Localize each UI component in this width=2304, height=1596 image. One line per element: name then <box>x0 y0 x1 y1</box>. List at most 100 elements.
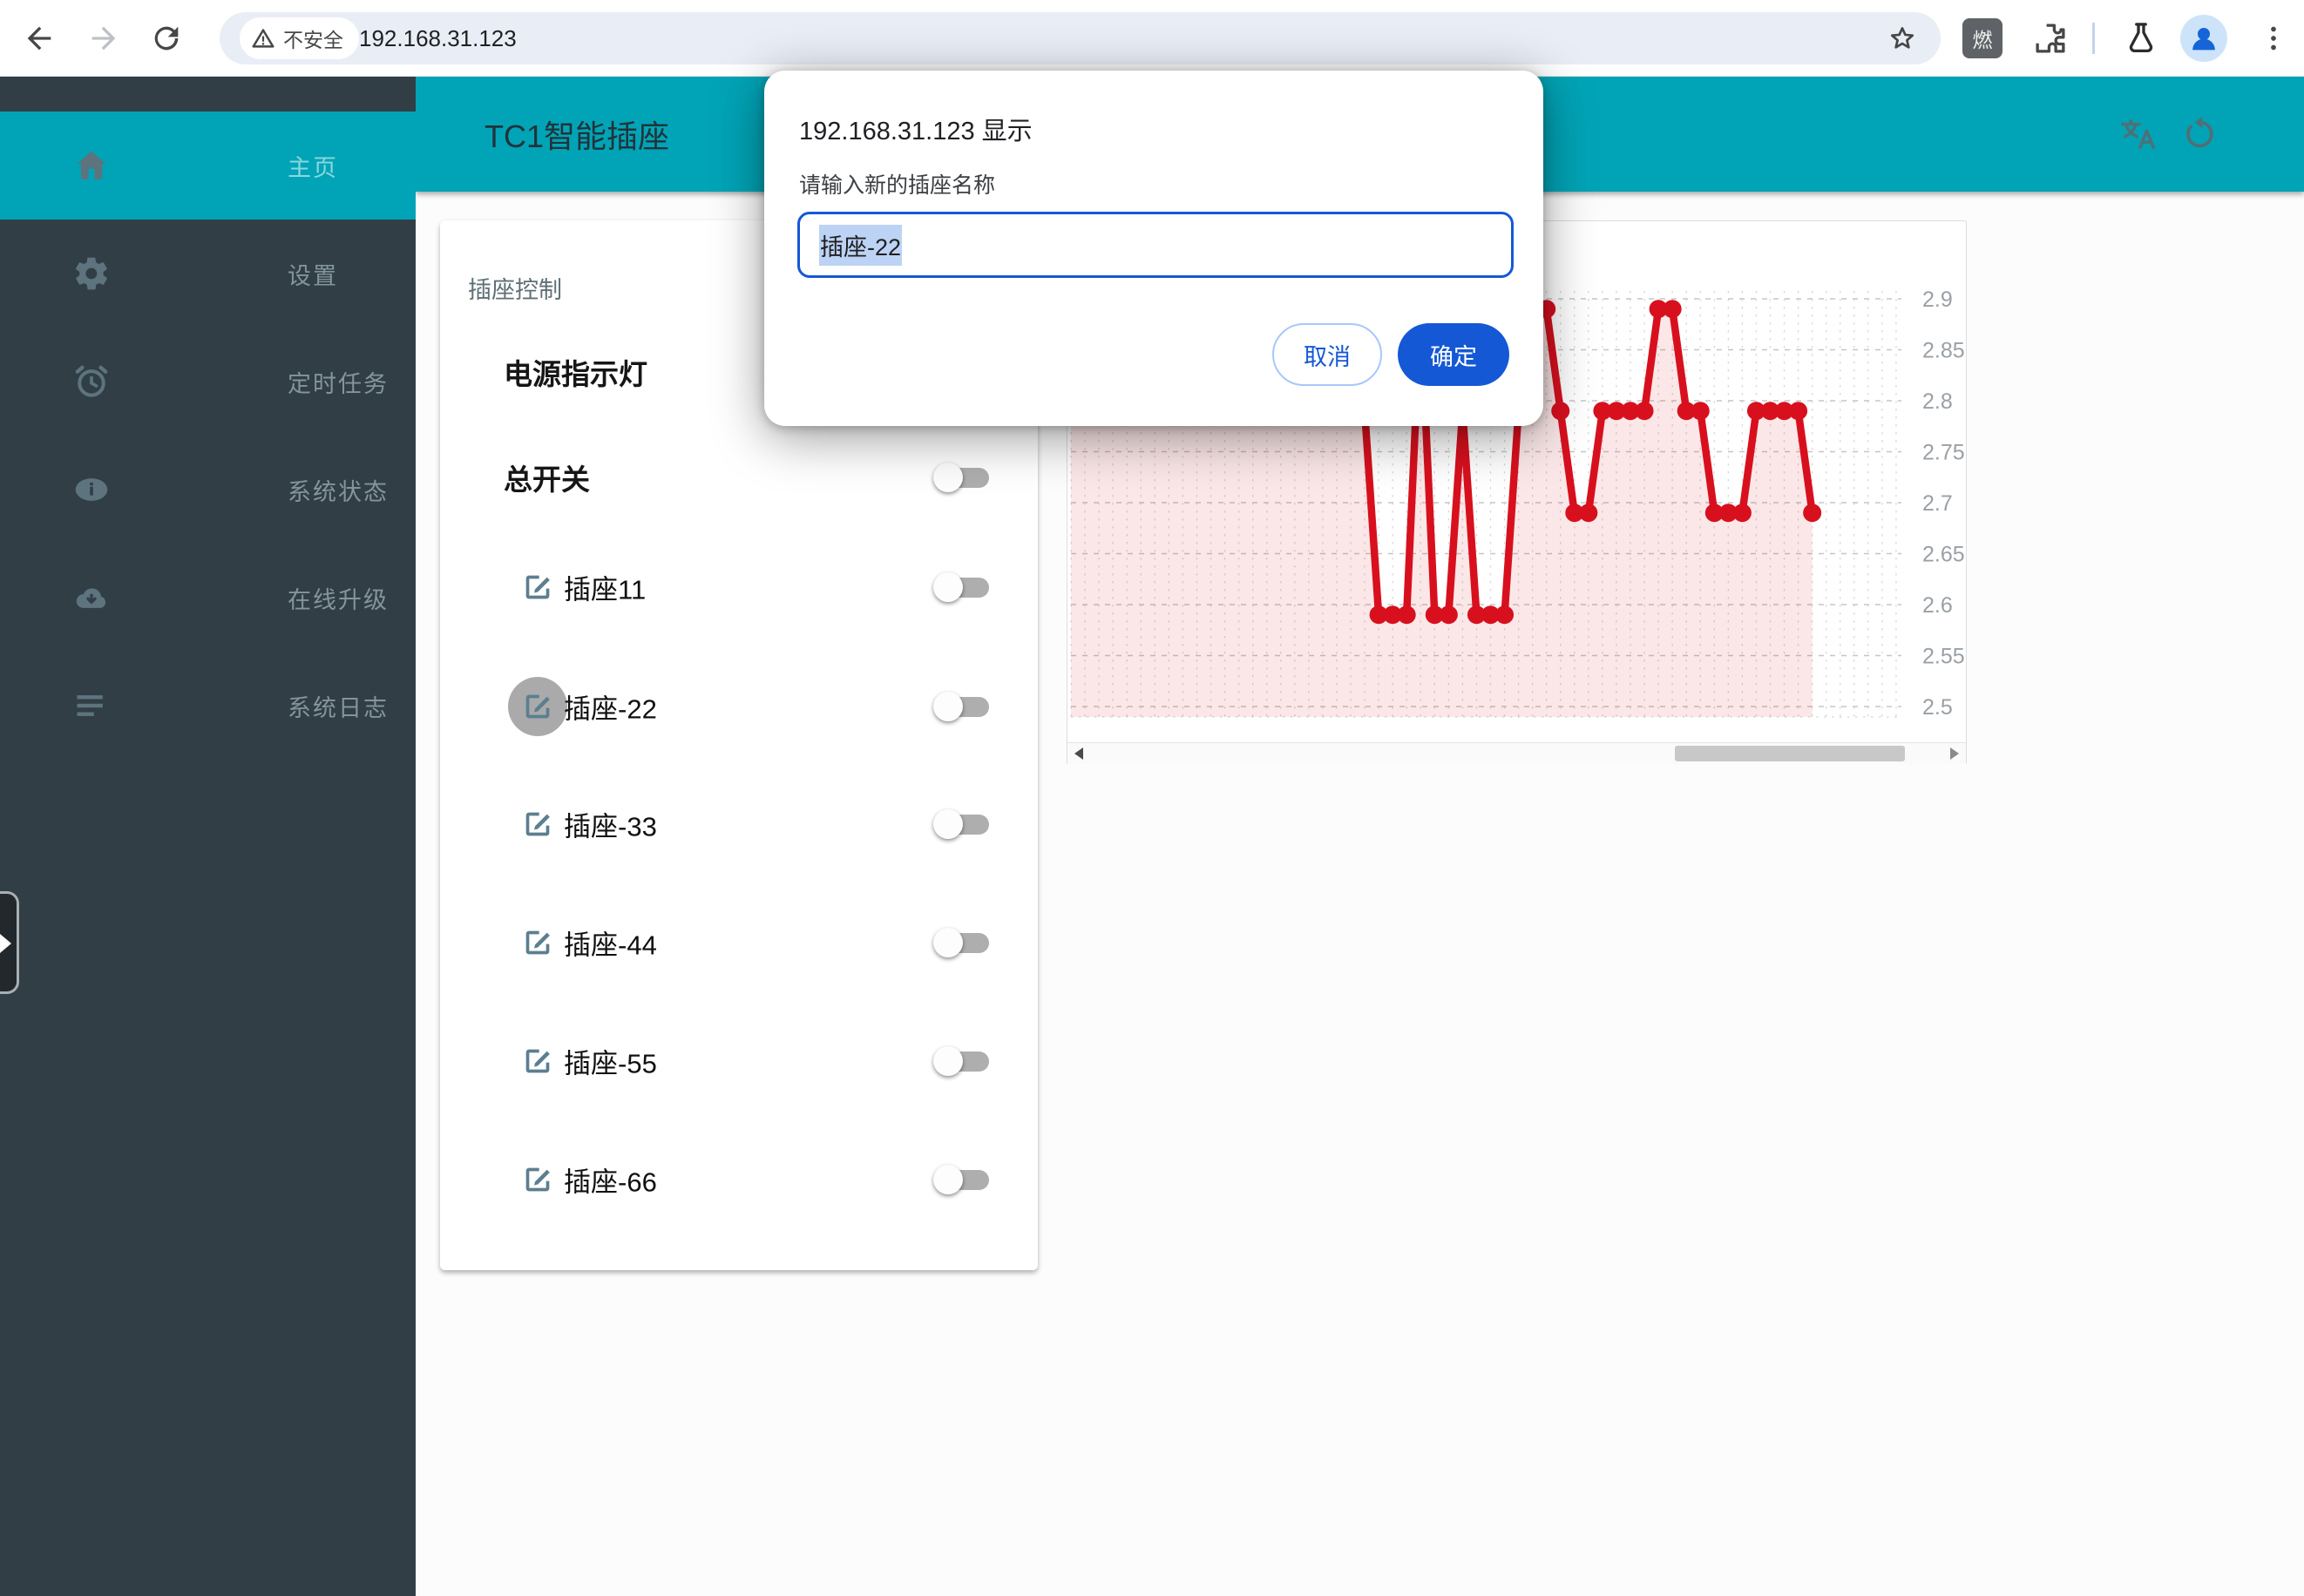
svg-text:2.65: 2.65 <box>1922 543 1965 567</box>
sidebar-nav: 主页 设置 定时任务 系统状态 在线升级 <box>0 77 416 1596</box>
kebab-menu-icon <box>2258 23 2289 54</box>
chart-scrollbar[interactable] <box>1067 742 1966 764</box>
sidebar-item-home[interactable]: 主页 <box>0 112 416 220</box>
socket-label: 插座-22 <box>564 687 657 727</box>
dialog-title: 192.168.31.123 显示 <box>799 111 1033 147</box>
socket-row: 插座-33 <box>440 772 1038 876</box>
socket-row: 插座11 <box>440 535 1038 639</box>
sidebar-item-label: 主页 <box>288 149 338 183</box>
gear-icon <box>72 254 111 293</box>
url-text: 192.168.31.123 <box>359 12 517 64</box>
browser-toolbar: 不安全 192.168.31.123 燃 <box>0 0 2304 77</box>
extensions-button[interactable] <box>2020 0 2081 77</box>
reload-icon <box>149 21 184 56</box>
scroll-left-button[interactable] <box>1067 743 1090 764</box>
edit-icon[interactable] <box>520 807 555 842</box>
translate-icon[interactable] <box>2118 114 2158 154</box>
sidebar-item-label: 系统日志 <box>288 689 389 723</box>
forward-icon <box>86 21 121 56</box>
svg-text:2.85: 2.85 <box>1922 339 1965 363</box>
dialog-message: 请输入新的插座名称 <box>799 168 995 200</box>
rename-input[interactable]: 插座-22 <box>797 212 1514 278</box>
security-chip[interactable]: 不安全 <box>240 17 359 59</box>
back-icon <box>22 21 57 56</box>
rename-dialog: 192.168.31.123 显示 请输入新的插座名称 插座-22 取消 确定 <box>764 71 1543 426</box>
edit-icon[interactable] <box>520 1162 555 1197</box>
svg-text:2.8: 2.8 <box>1922 389 1953 414</box>
warning-icon <box>250 25 276 51</box>
socket-toggle[interactable] <box>935 808 989 840</box>
svg-text:2.75: 2.75 <box>1922 441 1965 465</box>
socket-label: 插座11 <box>564 568 646 607</box>
flask-icon <box>2123 20 2159 57</box>
bookmark-button[interactable] <box>1887 12 1918 64</box>
scrollbar-thumb[interactable] <box>1675 746 1905 761</box>
scroll-right-icon <box>1950 747 1959 760</box>
refresh-icon[interactable] <box>2180 114 2220 154</box>
extension-badge-button[interactable]: 燃 <box>1962 18 2002 58</box>
chevron-right-icon <box>0 934 11 953</box>
screen: 不安全 192.168.31.123 燃 <box>0 0 2304 1596</box>
experiments-button[interactable] <box>2111 0 2172 77</box>
indicator-label: 电源指示灯 <box>504 351 647 393</box>
star-icon <box>1887 23 1918 54</box>
profile-button[interactable] <box>2180 15 2227 62</box>
svg-text:2.6: 2.6 <box>1922 593 1953 618</box>
security-label: 不安全 <box>283 24 343 53</box>
toolbar-divider <box>2092 23 2095 54</box>
edit-icon[interactable] <box>520 570 555 605</box>
sidebar-item-label: 系统状态 <box>288 473 389 507</box>
svg-text:2.7: 2.7 <box>1922 491 1953 516</box>
browser-menu-button[interactable] <box>2243 0 2304 77</box>
sidebar-item-settings[interactable]: 设置 <box>0 220 416 328</box>
info-icon <box>72 470 111 509</box>
sidebar-item-label: 在线升级 <box>288 581 389 615</box>
socket-toggle[interactable] <box>935 691 989 722</box>
edit-icon[interactable] <box>520 689 555 724</box>
reload-button[interactable] <box>136 0 197 77</box>
socket-label: 插座-33 <box>564 805 657 844</box>
profile-avatar-icon <box>2186 21 2221 56</box>
extension-badge-label: 燃 <box>1973 24 1993 53</box>
url-bar[interactable]: 不安全 192.168.31.123 <box>220 12 1941 64</box>
socket-toggle[interactable] <box>935 1045 989 1077</box>
forward-button[interactable] <box>73 0 134 77</box>
master-switch-label: 总开关 <box>504 456 590 498</box>
cancel-button[interactable]: 取消 <box>1272 323 1382 386</box>
alarm-clock-icon <box>72 362 111 401</box>
sidebar-item-system-log[interactable]: 系统日志 <box>0 652 416 760</box>
edit-icon[interactable] <box>520 925 555 960</box>
master-switch-row: 总开关 <box>440 425 1038 530</box>
ok-button[interactable]: 确定 <box>1398 323 1509 386</box>
socket-row: 插座-44 <box>440 890 1038 995</box>
scroll-right-button[interactable] <box>1943 743 1966 764</box>
socket-toggle[interactable] <box>935 1164 989 1195</box>
svg-text:2.9: 2.9 <box>1922 287 1953 312</box>
scroll-left-icon <box>1074 747 1083 760</box>
puzzle-icon <box>2032 20 2069 57</box>
drawer-handle[interactable] <box>0 891 19 994</box>
socket-toggle[interactable] <box>935 571 989 603</box>
log-lines-icon <box>72 686 111 725</box>
sidebar-item-schedule[interactable]: 定时任务 <box>0 328 416 436</box>
socket-label: 插座-44 <box>564 923 657 963</box>
card-title: 插座控制 <box>468 271 562 305</box>
svg-text:2.5: 2.5 <box>1922 695 1953 720</box>
back-button[interactable] <box>9 0 70 77</box>
socket-label: 插座-55 <box>564 1042 657 1081</box>
rename-input-value: 插座-22 <box>819 225 902 266</box>
socket-label: 插座-66 <box>564 1160 657 1200</box>
socket-row: 插座-55 <box>440 1009 1038 1113</box>
cloud-download-icon <box>72 578 111 617</box>
home-icon <box>72 146 111 185</box>
edit-icon[interactable] <box>520 1044 555 1079</box>
svg-text:2.55: 2.55 <box>1922 645 1965 669</box>
sidebar-item-label: 定时任务 <box>288 365 389 399</box>
master-toggle[interactable] <box>935 462 989 493</box>
sidebar-item-system-status[interactable]: 系统状态 <box>0 436 416 544</box>
socket-row: 插座-22 <box>440 654 1038 759</box>
socket-toggle[interactable] <box>935 927 989 958</box>
sidebar-item-label: 设置 <box>288 257 338 291</box>
socket-row: 插座-66 <box>440 1127 1038 1232</box>
sidebar-item-online-upgrade[interactable]: 在线升级 <box>0 544 416 652</box>
